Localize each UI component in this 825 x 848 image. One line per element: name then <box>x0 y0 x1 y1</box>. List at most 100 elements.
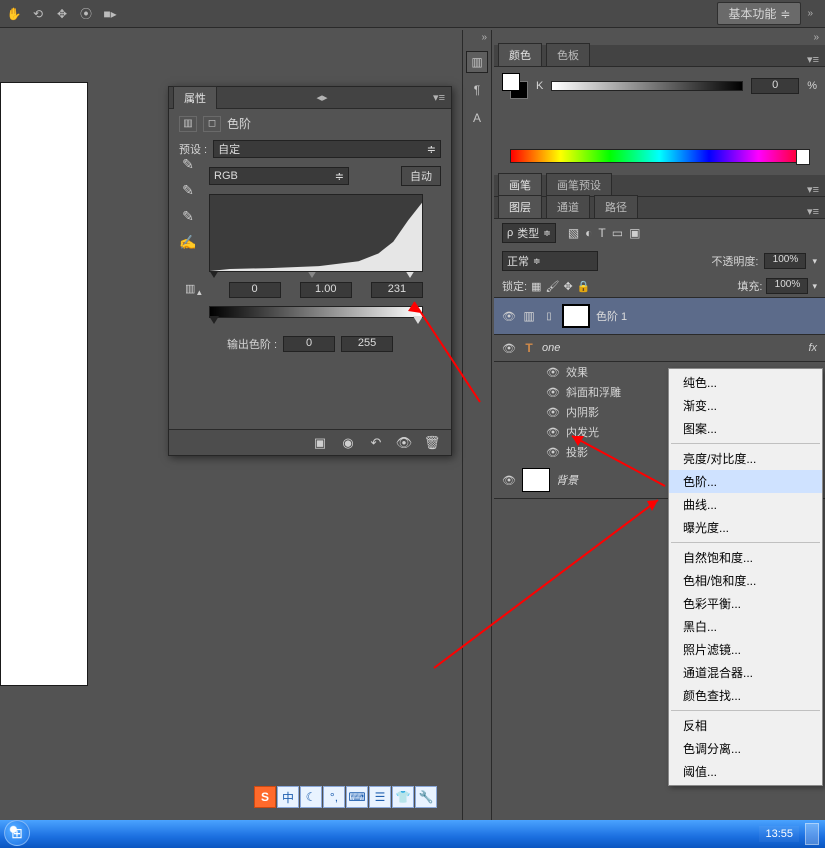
highlight-input[interactable]: 231 <box>371 282 423 298</box>
tab-layers[interactable]: 图层 <box>498 195 542 218</box>
ime-button[interactable]: S <box>254 786 276 808</box>
history-icon[interactable]: ▥ <box>466 51 488 73</box>
output-high-input[interactable]: 255 <box>341 336 393 352</box>
visibility-icon[interactable]: 👁 <box>546 446 560 459</box>
effects-header[interactable]: 效果 <box>566 364 588 380</box>
visibility-icon[interactable]: 👁 <box>546 386 560 399</box>
filter-adjust-icon[interactable]: ◐ <box>585 226 592 240</box>
menu-item[interactable]: 曲线... <box>669 493 822 516</box>
link-icon[interactable]: ▯ <box>542 311 556 322</box>
ime-button[interactable]: ☾ <box>300 786 322 808</box>
ime-button[interactable]: 🔧 <box>415 786 437 808</box>
menu-item[interactable]: 图案... <box>669 417 822 440</box>
lock-transparent-icon[interactable]: ▦ <box>531 280 541 293</box>
sample-eyedropper-icon[interactable]: ✍ <box>179 233 197 251</box>
white-eyedropper-icon[interactable]: ✎ <box>179 207 197 225</box>
move-icon[interactable]: ✥ <box>54 6 70 22</box>
fill-input[interactable]: 100% <box>766 278 808 294</box>
tab-properties[interactable]: 属性 <box>173 86 217 109</box>
output-low-input[interactable]: 0 <box>283 336 335 352</box>
filter-type-icon[interactable]: T <box>598 226 605 240</box>
lock-position-icon[interactable]: ✥ <box>563 280 572 293</box>
panel-menu-icon[interactable]: ▾≡ <box>807 205 825 218</box>
visibility-icon[interactable]: 👁 <box>502 342 516 355</box>
workspace-switcher[interactable]: 基本功能 ≑ <box>717 2 801 25</box>
fg-color-swatch[interactable] <box>502 73 520 91</box>
visibility-icon[interactable]: 👁 <box>502 474 516 487</box>
ime-button[interactable]: 中 <box>277 786 299 808</box>
hand-icon[interactable]: ✋ <box>6 6 22 22</box>
layer-mask-thumb[interactable] <box>562 304 590 328</box>
orbit-icon[interactable]: ⦿ <box>78 6 94 22</box>
menu-item[interactable]: 色彩平衡... <box>669 592 822 615</box>
panel-menu-icon[interactable]: ▾≡ <box>433 91 451 104</box>
show-desktop-button[interactable] <box>805 823 819 845</box>
blend-mode-select[interactable]: 正常≑ <box>502 251 598 271</box>
spectrum-picker[interactable] <box>510 149 809 163</box>
menu-item[interactable]: 通道混合器... <box>669 661 822 684</box>
visibility-icon[interactable]: 👁 <box>395 434 413 452</box>
fx-inner-glow[interactable]: 内发光 <box>566 424 599 440</box>
midtone-input[interactable]: 1.00 <box>300 282 352 298</box>
gray-eyedropper-icon[interactable]: ✎ <box>179 181 197 199</box>
opacity-input[interactable]: 100% <box>764 253 806 269</box>
ime-button[interactable]: 👕 <box>392 786 414 808</box>
visibility-icon[interactable]: 👁 <box>546 406 560 419</box>
menu-item[interactable]: 纯色... <box>669 371 822 394</box>
collapse-icon[interactable]: » <box>807 8 813 19</box>
shadow-input[interactable]: 0 <box>229 282 281 298</box>
system-clock[interactable]: 13:55 <box>759 826 799 842</box>
collapse-icon[interactable]: » <box>494 30 825 45</box>
menu-item[interactable]: 照片滤镜... <box>669 638 822 661</box>
panel-menu-icon[interactable]: ▾≡ <box>807 53 825 66</box>
menu-item[interactable]: 颜色查找... <box>669 684 822 707</box>
channel-select[interactable]: RGB≑ <box>209 167 349 185</box>
menu-item[interactable]: 渐变... <box>669 394 822 417</box>
fx-inner-shadow[interactable]: 内阴影 <box>566 404 599 420</box>
preset-select[interactable]: 自定≑ <box>213 140 441 158</box>
tab-channels[interactable]: 通道 <box>546 195 590 218</box>
ime-button[interactable]: ☰ <box>369 786 391 808</box>
fx-badge[interactable]: fx <box>808 342 817 354</box>
paragraph-icon[interactable]: ¶ <box>466 79 488 101</box>
menu-item[interactable]: 色相/饱和度... <box>669 569 822 592</box>
menu-item[interactable]: 亮度/对比度... <box>669 447 822 470</box>
filter-smart-icon[interactable]: ▣ <box>629 226 640 240</box>
layer-name[interactable]: one <box>542 342 560 354</box>
ime-button[interactable]: ⌨ <box>346 786 368 808</box>
visibility-icon[interactable]: 👁 <box>546 366 560 379</box>
character-icon[interactable]: A <box>466 107 488 129</box>
rotate-icon[interactable]: ⟲ <box>30 6 46 22</box>
tab-paths[interactable]: 路径 <box>594 195 638 218</box>
auto-button[interactable]: 自动 <box>401 166 441 186</box>
menu-item[interactable]: 阈值... <box>669 760 822 783</box>
layer-name[interactable]: 色阶 1 <box>596 308 627 324</box>
output-low-handle[interactable] <box>209 316 219 324</box>
filter-kind-select[interactable]: ρ类型≑ <box>502 223 556 243</box>
layer-text-one[interactable]: 👁 T one fx <box>494 335 825 362</box>
camera-icon[interactable]: ■▸ <box>102 6 118 22</box>
trash-icon[interactable]: 🗑 <box>423 434 441 452</box>
menu-item[interactable]: 色阶... <box>669 470 822 493</box>
layer-thumb[interactable] <box>522 468 550 492</box>
menu-item[interactable]: 反相 <box>669 714 822 737</box>
tab-color[interactable]: 颜色 <box>498 43 542 66</box>
collapse-icon[interactable]: ◂▸ <box>317 91 334 104</box>
visibility-icon[interactable]: 👁 <box>502 310 516 323</box>
mask-icon[interactable]: ◻ <box>203 116 221 132</box>
tab-brush-presets[interactable]: 画笔预设 <box>546 173 612 196</box>
lock-paint-icon[interactable]: 🖌 <box>545 280 559 293</box>
ime-button[interactable]: °, <box>323 786 345 808</box>
lock-all-icon[interactable]: 🔒 <box>577 280 591 293</box>
menu-item[interactable]: 自然饱和度... <box>669 546 822 569</box>
histogram[interactable] <box>209 194 423 272</box>
filter-pixel-icon[interactable]: ▧ <box>568 226 579 240</box>
panel-menu-icon[interactable]: ▾≡ <box>807 183 825 196</box>
reset-icon[interactable]: ↶ <box>367 434 385 452</box>
layer-levels-adjustment[interactable]: 👁 ▥ ▯ 色阶 1 <box>494 298 825 335</box>
k-value-input[interactable]: 0 <box>751 78 799 94</box>
fx-bevel[interactable]: 斜面和浮雕 <box>566 384 621 400</box>
output-high-handle[interactable] <box>413 316 423 324</box>
tab-brush[interactable]: 画笔 <box>498 173 542 196</box>
start-button[interactable]: ⊞ <box>4 820 30 846</box>
